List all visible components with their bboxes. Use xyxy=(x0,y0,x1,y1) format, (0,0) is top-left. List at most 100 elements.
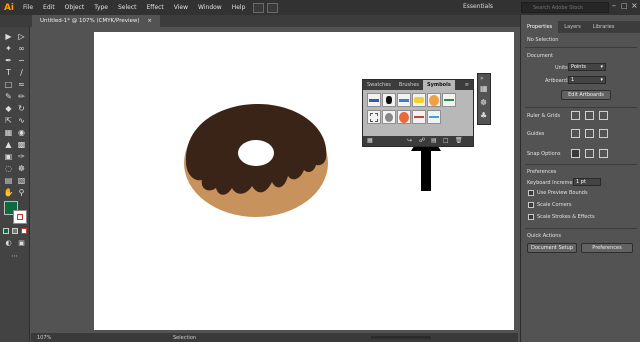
artboard-dropdown[interactable]: 1 ▾ xyxy=(568,76,606,84)
mesh-tool-icon[interactable]: ▩ xyxy=(16,139,27,150)
lock-guides-icon[interactable] xyxy=(585,129,594,138)
selection-tool-icon[interactable]: ▶ xyxy=(3,31,14,42)
edit-artboards-button[interactable]: Edit Artboards xyxy=(561,90,611,100)
swatches-dock-icon[interactable]: ▦ xyxy=(480,84,488,93)
edit-toolbar-icon[interactable]: ⋯ xyxy=(9,251,20,262)
symbol-swatch[interactable] xyxy=(412,110,426,124)
place-symbol-icon[interactable]: ↪ xyxy=(407,137,412,144)
paintbrush-tool-icon[interactable]: ≈ xyxy=(16,79,27,90)
scale-strokes-checkbox[interactable] xyxy=(528,214,534,220)
menu-effect[interactable]: Effect xyxy=(142,4,169,11)
tab-symbols[interactable]: Symbols xyxy=(423,80,455,90)
menu-file[interactable]: File xyxy=(18,4,38,11)
screen-mode-icon[interactable]: ▣ xyxy=(16,238,27,249)
symbol-options-icon[interactable]: ▤ xyxy=(431,137,437,144)
symbol-swatch[interactable] xyxy=(442,93,456,107)
symbol-swatch[interactable] xyxy=(412,93,426,107)
scale-tool-icon[interactable]: ⇱ xyxy=(3,115,14,126)
eyedropper-tool-icon[interactable]: ✑ xyxy=(16,151,27,162)
donut-artwork[interactable] xyxy=(180,100,330,220)
snap-to-pixel-icon[interactable] xyxy=(599,149,608,158)
document-tab[interactable]: Untitled-1* @ 107% (CMYK/Preview) × xyxy=(32,15,160,27)
close-tab-icon[interactable]: × xyxy=(147,18,152,24)
maximize-icon[interactable]: □ xyxy=(621,2,628,10)
type-tool-icon[interactable]: T xyxy=(3,67,14,78)
pencil-tool-icon[interactable]: ✏ xyxy=(16,91,27,102)
symbol-sprayer-tool-icon[interactable]: ☸ xyxy=(16,163,27,174)
show-guides-icon[interactable] xyxy=(571,129,580,138)
tab-brushes[interactable]: Brushes xyxy=(395,80,423,90)
curvature-tool-icon[interactable]: ∽ xyxy=(16,55,27,66)
tab-libraries[interactable]: Libraries xyxy=(587,21,621,33)
column-graph-tool-icon[interactable]: ▤ xyxy=(3,175,14,186)
panel-menu-icon[interactable]: ≡ xyxy=(461,80,473,90)
direct-selection-tool-icon[interactable]: ▷ xyxy=(16,31,27,42)
none-mode-icon[interactable] xyxy=(21,228,27,234)
shaper-tool-icon[interactable]: ✎ xyxy=(3,91,14,102)
tab-swatches[interactable]: Swatches xyxy=(363,80,395,90)
perspective-grid-tool-icon[interactable]: ▲ xyxy=(3,139,14,150)
zoom-level[interactable]: 107% xyxy=(37,335,51,341)
symbols-dock-icon[interactable]: ♣ xyxy=(480,111,487,120)
gradient-mode-icon[interactable] xyxy=(12,228,18,234)
symbol-swatch[interactable] xyxy=(427,110,441,124)
symbol-swatch[interactable] xyxy=(367,110,381,124)
menu-help[interactable]: Help xyxy=(227,4,251,11)
collapse-dock-icon[interactable]: » xyxy=(480,75,484,82)
keyboard-increment-input[interactable]: 1 pt xyxy=(573,178,601,186)
close-icon[interactable]: × xyxy=(631,1,638,10)
rotate-tool-icon[interactable]: ↻ xyxy=(16,103,27,114)
rectangle-tool-icon[interactable]: □ xyxy=(3,79,14,90)
tab-properties[interactable]: Properties xyxy=(521,21,559,33)
pen-tool-icon[interactable]: ✒ xyxy=(3,55,14,66)
hand-tool-icon[interactable]: ✋ xyxy=(3,187,14,198)
artboard-tool-icon[interactable]: ▧ xyxy=(16,175,27,186)
transparency-grid-icon[interactable] xyxy=(599,111,608,120)
symbol-swatch[interactable] xyxy=(382,110,396,124)
line-tool-icon[interactable]: ∕ xyxy=(16,67,27,78)
break-link-icon[interactable]: ☍ xyxy=(419,137,425,144)
brushes-dock-icon[interactable]: ☸ xyxy=(480,98,487,107)
symbol-swatch[interactable] xyxy=(397,93,411,107)
snap-to-grid-icon[interactable] xyxy=(585,149,594,158)
grid-icon[interactable] xyxy=(585,111,594,120)
color-mode-icon[interactable] xyxy=(3,228,9,234)
eraser-tool-icon[interactable]: ◆ xyxy=(3,103,14,114)
new-symbol-icon[interactable]: □ xyxy=(443,137,449,144)
menu-edit[interactable]: Edit xyxy=(38,4,60,11)
symbol-swatch[interactable] xyxy=(382,93,396,107)
horizontal-scrollbar[interactable] xyxy=(371,336,431,339)
menu-window[interactable]: Window xyxy=(193,4,227,11)
draw-normal-icon[interactable]: ◐ xyxy=(3,238,14,249)
smart-guides-icon[interactable] xyxy=(599,129,608,138)
bridge-button[interactable] xyxy=(253,2,265,13)
blend-tool-icon[interactable]: ◌ xyxy=(3,163,14,174)
search-input[interactable] xyxy=(521,2,609,13)
menu-type[interactable]: Type xyxy=(89,4,113,11)
warp-tool-icon[interactable]: ∿ xyxy=(16,115,27,126)
shape-builder-tool-icon[interactable]: ◉ xyxy=(16,127,27,138)
minimize-icon[interactable]: – xyxy=(612,1,616,10)
menu-view[interactable]: View xyxy=(169,4,193,11)
free-transform-tool-icon[interactable]: ▦ xyxy=(3,127,14,138)
preferences-button[interactable]: Preferences xyxy=(581,243,633,253)
arrange-documents-button[interactable] xyxy=(267,2,279,13)
symbol-swatch[interactable] xyxy=(427,93,441,107)
tab-layers[interactable]: Layers xyxy=(558,21,587,33)
gradient-tool-icon[interactable]: ▣ xyxy=(3,151,14,162)
scale-corners-checkbox[interactable] xyxy=(528,202,534,208)
snap-to-point-icon[interactable] xyxy=(571,149,580,158)
document-setup-button[interactable]: Document Setup xyxy=(527,243,577,253)
use-preview-bounds-checkbox[interactable] xyxy=(528,190,534,196)
symbol-swatch[interactable] xyxy=(367,93,381,107)
menu-select[interactable]: Select xyxy=(113,4,142,11)
symbol-libraries-icon[interactable]: ▦ xyxy=(367,137,373,144)
stroke-swatch[interactable] xyxy=(13,210,27,224)
ruler-icon[interactable] xyxy=(571,111,580,120)
menu-object[interactable]: Object xyxy=(60,4,90,11)
zoom-tool-icon[interactable]: ⚲ xyxy=(16,187,27,198)
units-dropdown[interactable]: Points ▾ xyxy=(568,63,606,71)
trash-icon[interactable]: 🗑 xyxy=(455,137,463,144)
lasso-tool-icon[interactable]: ∞ xyxy=(16,43,27,54)
workspace-switcher[interactable]: Essentials xyxy=(463,3,493,10)
